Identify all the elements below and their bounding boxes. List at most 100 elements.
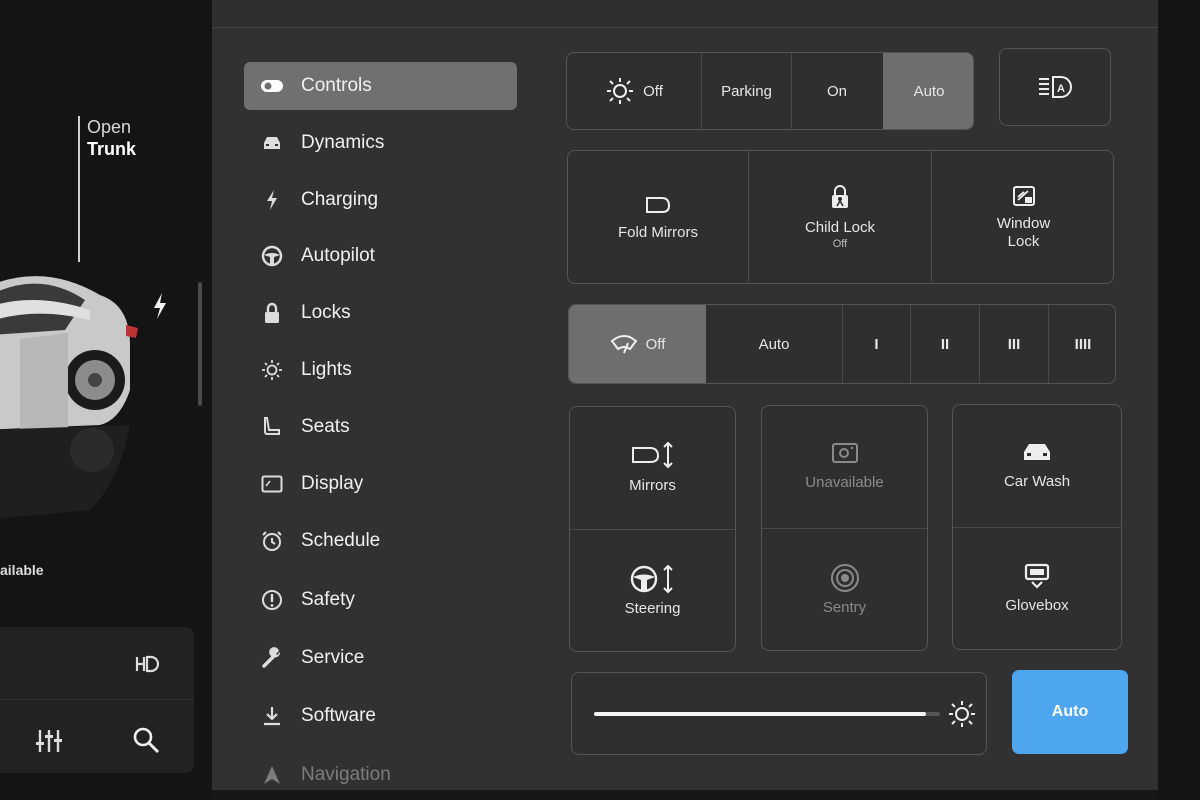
- card-divider: [0, 699, 194, 700]
- wiper-speed-4-label: IIII: [1074, 335, 1092, 353]
- window-lock-icon: [1012, 186, 1035, 206]
- car-panel-scrollbar[interactable]: [198, 282, 202, 406]
- wiper-speed-2-option[interactable]: II: [911, 305, 979, 383]
- nav-item-locks[interactable]: Locks: [244, 289, 517, 337]
- wiper-auto-option[interactable]: Auto: [706, 305, 842, 383]
- headlights-auto-option[interactable]: Auto: [883, 53, 973, 129]
- nav-item-seats[interactable]: Seats: [244, 403, 517, 451]
- nav-item-controls[interactable]: Controls: [244, 62, 517, 110]
- child-lock-label: Child Lock: [804, 219, 876, 236]
- brightness-control: [571, 672, 987, 755]
- car-image: [0, 276, 138, 519]
- sentry-label: Sentry: [822, 598, 867, 616]
- child-lock-icon: [832, 185, 848, 208]
- nav-label: Software: [301, 705, 376, 726]
- wiper-control: Off Auto I II III IIII: [568, 304, 1116, 384]
- headlights-off-option[interactable]: Off: [567, 53, 701, 129]
- nav-item-software[interactable]: Software: [244, 692, 517, 740]
- nav-label: Safety: [301, 589, 355, 610]
- child-lock-state: Off: [832, 238, 848, 250]
- steering-label: Steering: [624, 599, 681, 617]
- nav-label: Display: [301, 473, 364, 494]
- headlights-off-label: Off: [643, 82, 663, 100]
- download-icon: [260, 704, 284, 728]
- steering-adjust-icon: [630, 564, 673, 593]
- open-trunk-button[interactable]: Open Trunk: [87, 116, 136, 160]
- nav-item-schedule[interactable]: Schedule: [244, 517, 517, 565]
- lock-icon: [260, 301, 284, 325]
- unavailable-label: Unavailable: [805, 474, 884, 491]
- wiper-speed-4-option[interactable]: IIII: [1049, 305, 1115, 383]
- security-column: Unavailable Sentry: [761, 405, 928, 651]
- seat-icon: [260, 415, 284, 439]
- open-trunk-label-line1: Open: [87, 117, 132, 137]
- dashcam-unavailable-button[interactable]: Unavailable: [762, 406, 927, 528]
- glovebox-label: Glovebox: [1005, 596, 1069, 614]
- brightness-auto-button[interactable]: Auto: [1012, 670, 1128, 754]
- steering-wheel-icon: [260, 244, 284, 268]
- headlights-parking-option[interactable]: Parking: [702, 53, 791, 129]
- brightness-sun-icon: [949, 701, 975, 727]
- equalizer-icon[interactable]: [34, 727, 64, 755]
- nav-item-service[interactable]: Service: [244, 634, 517, 682]
- open-trunk-label-line2: Trunk: [87, 139, 137, 159]
- wiper-speed-3-option[interactable]: III: [980, 305, 1048, 383]
- glovebox-icon: [1024, 563, 1050, 589]
- alarm-clock-icon: [260, 529, 284, 553]
- sentry-mode-button[interactable]: Sentry: [762, 529, 927, 650]
- quick-controls-group: Fold Mirrors Child Lock Off Window Lock: [567, 150, 1114, 284]
- nav-item-safety[interactable]: Safety: [244, 576, 517, 624]
- nav-label: Seats: [301, 416, 350, 437]
- child-lock-button[interactable]: Child Lock Off: [749, 151, 931, 285]
- wiper-speed-2-label: II: [940, 335, 950, 353]
- wiper-speed-1-option[interactable]: I: [843, 305, 910, 383]
- auto-high-beam-button[interactable]: A: [999, 48, 1111, 126]
- auto-high-beam-icon: A: [1039, 76, 1072, 98]
- headlights-on-label: On: [826, 82, 847, 100]
- nav-label: Lights: [301, 359, 352, 380]
- car-wash-button[interactable]: Car Wash: [953, 405, 1121, 527]
- window-lock-button[interactable]: Window Lock: [932, 151, 1115, 285]
- nav-item-display[interactable]: Display: [244, 460, 517, 508]
- wiper-off-option[interactable]: Off: [569, 305, 706, 383]
- nav-label: Schedule: [301, 530, 381, 551]
- brightness-slider-track[interactable]: [594, 712, 940, 716]
- steering-adjust-button[interactable]: Steering: [570, 530, 735, 651]
- alert-circle-icon: [260, 588, 284, 612]
- wiper-icon: [610, 335, 637, 354]
- nav-label: Service: [301, 647, 365, 668]
- status-text: ailable: [0, 562, 44, 578]
- headlights-parking-label: Parking: [721, 82, 772, 100]
- top-bar: [212, 0, 1158, 28]
- fold-mirrors-button[interactable]: Fold Mirrors: [568, 151, 748, 285]
- window-lock-label-line1: Window: [996, 215, 1051, 232]
- wrench-icon: [260, 646, 284, 670]
- glovebox-button[interactable]: Glovebox: [953, 528, 1121, 649]
- screen-bezel: [1158, 0, 1200, 800]
- media-control-card: [0, 627, 194, 773]
- sentry-icon: [830, 563, 859, 592]
- nav-item-navigation[interactable]: Navigation: [244, 751, 517, 799]
- hd-radio-icon[interactable]: [134, 651, 160, 677]
- mirrors-label: Mirrors: [629, 477, 676, 494]
- mirrors-adjust-button[interactable]: Mirrors: [570, 407, 735, 529]
- adjust-column: Mirrors Steering: [569, 406, 736, 652]
- nav-label: Charging: [301, 189, 379, 210]
- nav-item-autopilot[interactable]: Autopilot: [244, 232, 517, 280]
- headlights-auto-label: Auto: [913, 82, 945, 100]
- nav-item-dynamics[interactable]: Dynamics: [244, 119, 517, 167]
- car-wash-label: Car Wash: [1003, 473, 1071, 490]
- wiper-speed-3-label: III: [1007, 335, 1021, 353]
- wiper-auto-label: Auto: [758, 335, 790, 353]
- nav-item-charging[interactable]: Charging: [244, 176, 517, 224]
- wiper-off-label: Off: [645, 335, 666, 353]
- mirror-icon: [646, 197, 671, 213]
- headlights-on-option[interactable]: On: [792, 53, 882, 129]
- search-icon[interactable]: [132, 726, 160, 754]
- trunk-indicator-line: [78, 116, 80, 262]
- display-icon: [260, 472, 284, 496]
- sun-icon: [260, 358, 284, 382]
- nav-item-lights[interactable]: Lights: [244, 346, 517, 394]
- toggle-icon: [260, 74, 284, 98]
- window-lock-label-line2: Lock: [1007, 233, 1040, 250]
